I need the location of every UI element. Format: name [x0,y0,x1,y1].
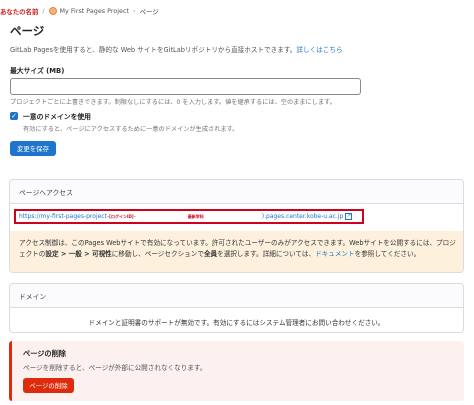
delete-pages-button[interactable]: ページの削除 [23,378,74,393]
project-avatar-icon [48,7,57,15]
pages-url-link[interactable]: https://my-first-pages-project- [ログインID]… [14,209,364,224]
breadcrumb: あなたの名前 / My First Pages Project › ページ [0,4,159,18]
warning-settings-path: 設定 > 一般 > 可視性 [45,250,112,258]
unique-domain-help: 有効にすると、ページにアクセスするために一意のドメインが生成されます。 [23,126,239,133]
domains-panel: ドメイン ドメインと証明書のサポートが無効です。有効にするにはシステム管理者にお… [9,283,464,333]
url-department-annotation: 最新学科 [187,213,204,219]
domains-heading: ドメイン [10,284,463,308]
access-pages-panel: ページへアクセス https://my-first-pages-project-… [9,179,464,273]
warning-text: を参照してください。 [354,250,421,258]
delete-pages-description: ページを削除すると、ページが外部に公開されなくなります。 [23,364,207,372]
documentation-link[interactable]: ドキュメント [315,250,355,258]
unique-domain-checkbox-row[interactable]: ✓ 一意のドメインを使用 [10,111,91,121]
warning-everyone: 全員 [203,250,218,258]
warning-text: に移動し、ページセクションで [111,250,204,258]
breadcrumb-separator: / [42,7,45,15]
breadcrumb-project[interactable]: My First Pages Project [60,7,130,15]
domains-disabled-message: ドメインと証明書のサポートが無効です。有効にするにはシステム管理者にお問い合わせ… [88,319,385,327]
access-control-warning: アクセス制御は、このPages Webサイトで有効になっています。許可されたユー… [10,231,463,272]
url-login-id-annotation: [ログインID] [109,213,134,219]
warning-text: を選択します。詳細については、 [217,250,316,258]
access-pages-heading: ページへアクセス [10,180,463,204]
delete-pages-title: ページの削除 [23,349,66,358]
page-title: ページ [10,24,45,38]
breadcrumb-current[interactable]: ページ [140,7,159,16]
unique-domain-label[interactable]: 一意のドメインを使用 [23,111,91,121]
unique-domain-checkbox[interactable]: ✓ [10,112,18,120]
max-size-input[interactable] [10,78,361,95]
save-changes-button[interactable]: 変更を保存 [10,141,56,156]
external-link-icon[interactable]: ↗ [345,213,353,220]
delete-pages-panel: ページの削除 ページを削除すると、ページが外部に公開されなくなります。 ページの… [9,341,464,401]
max-size-help: プロジェクトごとに上書きできます。制限なしにするには、0 を入力します。値を継承… [10,99,336,106]
breadcrumb-user[interactable]: あなたの名前 [0,7,38,16]
page-description: GitLab Pagesを使用すると、静的な Web サイトをGitLabリポジ… [10,44,343,54]
url-mid[interactable]: - [134,213,136,220]
learn-more-link[interactable]: 詳しくはこちら [296,46,342,54]
description-text: GitLab Pagesを使用すると、静的な Web サイトをGitLabリポジ… [10,46,297,54]
url-start[interactable]: https://my-first-pages-project- [19,213,109,220]
breadcrumb-separator: › [133,7,136,15]
url-end[interactable]: ).pages.center.kobe-u.ac.jp [262,213,344,220]
max-size-label: 最大サイズ (MB) [10,67,65,75]
